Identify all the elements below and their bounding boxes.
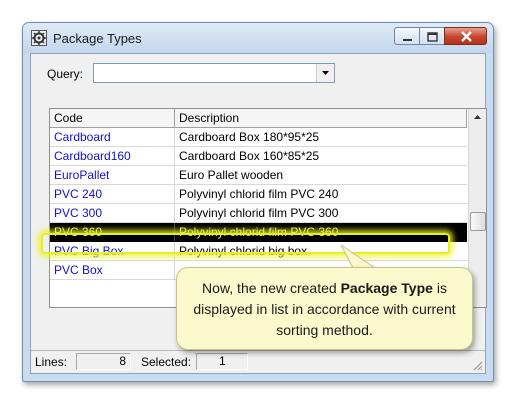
table-row[interactable]: Cardboard160 Cardboard Box 160*85*25 [50,147,467,166]
gear-icon [31,30,47,46]
query-input[interactable] [96,65,316,81]
row-description: Polyvinyl chlorid film PVC 360 [179,225,339,239]
title-bar[interactable]: Package Types [23,23,493,53]
row-code: PVC 360 [50,223,175,241]
callout-tooltip: Now, the new created Package Type is dis… [176,267,473,350]
row-code: PVC 300 [50,204,175,222]
row-code: PVC Box [50,261,175,279]
row-description: Cardboard Box 180*95*25 [179,130,320,144]
row-code: PVC 240 [50,185,175,203]
row-code: EuroPallet [50,166,175,184]
minimize-icon [403,39,412,41]
row-description: Polyvinyl chlorid film PVC 240 [179,187,339,201]
maximize-icon [427,32,438,42]
minimize-button[interactable] [394,27,419,45]
selected-label: Selected: [141,355,192,369]
query-combobox[interactable] [93,63,335,83]
row-description: Cardboard Box 160*85*25 [179,149,320,163]
row-description: Polyvinyl chlorid film PVC 300 [179,206,339,220]
maximize-button[interactable] [419,27,444,45]
scroll-up-arrow-icon [474,115,481,119]
query-label: Query: [47,67,84,81]
table-row[interactable]: PVC 300 Polyvinyl chlorid film PVC 300 [50,204,467,223]
column-header-code[interactable]: Code [50,109,175,127]
list-header: Code Description [50,109,467,128]
chevron-down-icon [322,71,329,75]
list-rows: Cardboard Cardboard Box 180*95*25 Cardboar… [50,128,467,280]
scroll-up-button[interactable] [469,109,486,126]
table-row[interactable]: EuroPallet Euro Pallet wooden [50,166,467,185]
lines-label: Lines: [35,355,68,369]
lines-count: 8 [76,353,131,370]
caption-buttons [394,27,487,46]
table-row[interactable]: PVC 360 Polyvinyl chlorid film PVC 360 [50,223,467,242]
callout-text-start: Now, the new created [202,280,341,296]
table-row[interactable]: Cardboard Cardboard Box 180*95*25 [50,128,467,147]
row-description: Euro Pallet wooden [179,168,284,182]
close-icon [461,31,472,42]
row-description: Polyvinyl chlorid big box [179,244,308,258]
row-code: Cardboard160 [50,147,175,165]
query-dropdown-button[interactable] [316,64,334,82]
row-code: PVC Big Box [50,242,175,260]
selected-count: 1 [196,353,248,370]
callout-text-bold: Package Type [340,280,433,296]
resize-grip-icon[interactable] [471,359,483,371]
column-header-description[interactable]: Description [175,109,467,127]
window-title: Package Types [53,31,142,46]
table-row[interactable]: PVC 240 Polyvinyl chlorid film PVC 240 [50,185,467,204]
row-code: Cardboard [50,128,175,146]
scroll-thumb[interactable] [470,212,486,231]
table-row[interactable]: PVC Big Box Polyvinyl chlorid big box [50,242,467,261]
close-button[interactable] [444,27,487,45]
status-bar: Lines: 8 Selected: 1 [31,350,485,373]
